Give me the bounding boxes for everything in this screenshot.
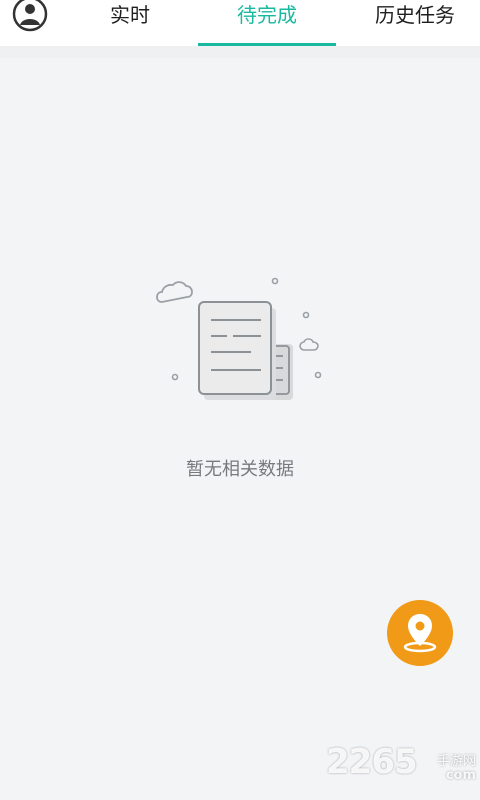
user-avatar-icon	[12, 0, 48, 32]
tab-history-label: 历史任务	[375, 3, 455, 27]
tab-pending-label: 待完成	[237, 3, 297, 27]
tab-pending[interactable]: 待完成	[198, 0, 336, 46]
top-navigation-bar: 实时 待完成 历史任务	[0, 0, 480, 46]
location-pin-icon	[403, 614, 437, 653]
tab-realtime-label: 实时	[110, 3, 150, 27]
user-avatar-button[interactable]	[12, 0, 48, 32]
watermark-site-name: 手游网	[436, 754, 476, 769]
empty-document-icon	[155, 270, 327, 410]
tab-history[interactable]: 历史任务	[350, 0, 480, 46]
header-separator	[0, 46, 480, 58]
empty-state-message: 暂无相关数据	[186, 459, 294, 480]
watermark-main: 2265	[326, 742, 418, 782]
watermark-logo: 2265 手游网 com	[326, 742, 476, 790]
location-button[interactable]	[387, 600, 453, 666]
tab-realtime[interactable]: 实时	[82, 0, 178, 46]
watermark-domain: com	[445, 768, 476, 783]
